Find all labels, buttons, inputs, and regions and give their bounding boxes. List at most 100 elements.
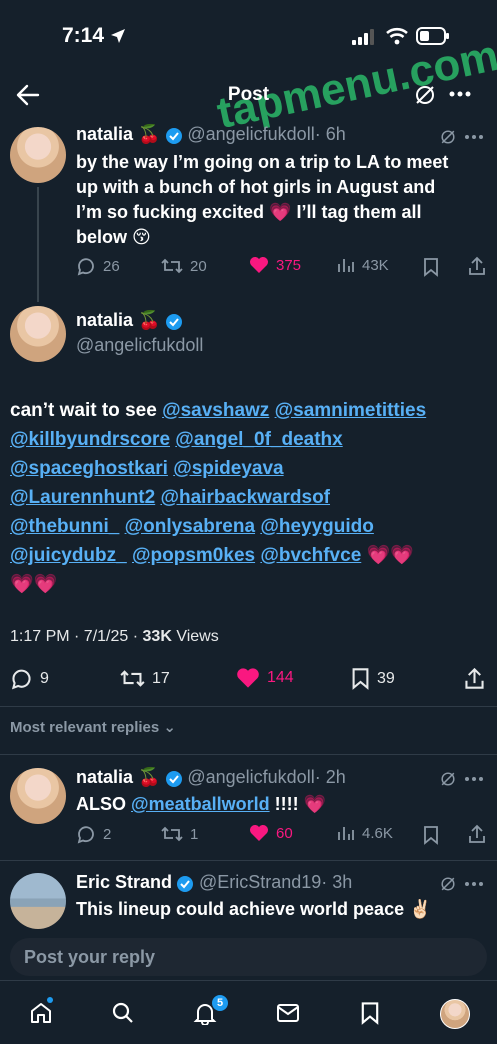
views-chart-icon <box>338 827 354 840</box>
reply-button[interactable]: 9 <box>10 667 49 690</box>
mention-link[interactable]: @spaceghostkari <box>10 458 168 479</box>
share-icon[interactable] <box>464 667 485 690</box>
user-handle[interactable]: @angelicfukdoll <box>187 124 314 144</box>
mention-link[interactable]: @popsm0kes <box>132 545 255 566</box>
heart-filled-icon <box>237 668 259 688</box>
verified-badge-icon <box>165 313 182 330</box>
views-button[interactable]: 43K <box>337 256 389 274</box>
post-time: · 2h <box>314 767 346 787</box>
mention-link[interactable]: @onlysabrena <box>125 516 255 537</box>
reply-header: natalia 🍒 @angelicfukdoll· 2h <box>76 767 346 788</box>
mention-link[interactable]: @samnimetitties <box>275 400 427 421</box>
bookmarks-icon[interactable] <box>360 1001 380 1025</box>
divider <box>0 706 497 707</box>
more-options-icon[interactable] <box>449 90 471 98</box>
mention-link[interactable]: @Laurennhunt2 <box>10 487 155 508</box>
reply-button[interactable]: 26 <box>76 256 120 276</box>
mention-link[interactable]: @meatballworld <box>131 794 270 814</box>
grok-icon[interactable] <box>440 876 456 892</box>
user-handle[interactable]: @EricStrand19 <box>199 872 321 892</box>
grok-icon[interactable] <box>440 129 456 145</box>
post-header: natalia 🍒 @angelicfukdoll· 6h <box>76 124 346 145</box>
repost-icon <box>161 258 183 274</box>
display-name[interactable]: natalia 🍒 <box>76 124 160 144</box>
verified-badge-icon <box>165 770 182 787</box>
views-button[interactable]: 4.6K <box>337 824 393 842</box>
repost-button[interactable]: 1 <box>161 824 198 844</box>
display-name[interactable]: Eric Strand <box>76 872 172 892</box>
notification-badge: 5 <box>212 995 228 1011</box>
sort-replies-dropdown[interactable]: Most relevant replies ⌄ <box>10 718 176 736</box>
clock: 7:14 <box>62 24 105 47</box>
more-options-icon[interactable] <box>464 134 484 140</box>
divider <box>0 860 497 861</box>
like-button[interactable]: 375 <box>249 256 301 274</box>
post-time: · 3h <box>321 872 353 892</box>
display-name[interactable]: natalia 🍒 <box>76 310 160 330</box>
mention-link[interactable]: @savshawz <box>162 400 269 421</box>
heart-filled-icon <box>250 825 268 841</box>
bookmark-icon <box>352 668 369 690</box>
post-actions: 26 20 375 43K <box>76 256 486 278</box>
avatar[interactable] <box>10 127 66 183</box>
mention-link[interactable]: @killbyundrscore <box>10 429 170 450</box>
share-icon[interactable] <box>468 256 486 276</box>
signal-icon <box>352 29 374 45</box>
post-timestamp: 1:17 PM · 7/1/25 · 33K Views <box>10 628 219 645</box>
reply-actions: 2 1 60 4.6K <box>76 824 486 846</box>
home-icon[interactable] <box>29 1001 53 1025</box>
thread-line <box>37 187 39 302</box>
bookmark-button[interactable]: 39 <box>351 667 395 690</box>
avatar[interactable] <box>10 306 66 362</box>
reply-input-placeholder[interactable]: Post your reply <box>24 947 155 968</box>
mention-link[interactable]: @spideyava <box>173 458 283 479</box>
verified-badge-icon <box>177 875 194 892</box>
repost-button[interactable]: 17 <box>120 667 170 690</box>
views-chart-icon <box>338 259 354 272</box>
new-posts-dot <box>47 997 53 1003</box>
main-post-actions: 9 17 144 39 <box>10 667 488 691</box>
bottom-tab-bar <box>0 980 497 1044</box>
location-icon <box>111 29 125 43</box>
reply-icon <box>77 258 94 276</box>
mention-link[interactable]: @heyyguido <box>260 516 374 537</box>
repost-icon <box>120 670 145 687</box>
more-options-icon[interactable] <box>464 881 484 887</box>
reply-icon <box>77 826 94 844</box>
bookmark-icon[interactable] <box>423 257 439 277</box>
wifi-icon <box>386 27 408 45</box>
grok-icon[interactable] <box>414 84 436 106</box>
user-handle[interactable]: @angelicfukdoll <box>76 335 203 356</box>
repost-icon <box>161 826 183 842</box>
avatar[interactable] <box>10 873 66 929</box>
reply-icon <box>11 669 31 690</box>
messages-envelope-icon[interactable] <box>276 1002 300 1024</box>
reply-button[interactable]: 2 <box>76 824 111 844</box>
mention-link[interactable]: @bvchfvce <box>260 545 361 566</box>
reply-header: Eric Strand @EricStrand19· 3h <box>76 872 352 893</box>
verified-badge-icon <box>165 127 182 144</box>
like-button[interactable]: 60 <box>249 824 293 842</box>
avatar[interactable] <box>10 768 66 824</box>
heart-filled-icon <box>250 257 268 273</box>
display-name[interactable]: natalia 🍒 <box>76 767 160 787</box>
search-icon[interactable] <box>111 1001 135 1025</box>
reply-text: ALSO @meatballworld !!!! 💗 <box>76 794 326 814</box>
main-post-text: can’t wait to see @savshawz @samnimetitt… <box>10 400 427 595</box>
post-text: by the way I’m going on a trip to LA to … <box>76 152 449 247</box>
user-handle[interactable]: @angelicfukdoll <box>187 767 314 787</box>
mention-link[interactable]: @thebunni_ <box>10 516 119 537</box>
mention-link[interactable]: @hairbackwardsof <box>160 487 330 508</box>
mention-link[interactable]: @angel_0f_deathx <box>175 429 342 450</box>
profile-avatar[interactable] <box>440 999 470 1029</box>
mention-link[interactable]: @juicydubz_ <box>10 545 127 566</box>
more-options-icon[interactable] <box>464 776 484 782</box>
grok-icon[interactable] <box>440 771 456 787</box>
bookmark-icon[interactable] <box>423 825 439 845</box>
share-icon[interactable] <box>468 824 486 844</box>
chevron-down-icon: ⌄ <box>163 719 176 736</box>
like-button[interactable]: 144 <box>236 667 294 689</box>
reply-text: This lineup could achieve world peace ✌🏻 <box>76 899 432 919</box>
author-name-row: natalia 🍒 <box>76 310 183 331</box>
repost-button[interactable]: 20 <box>161 256 207 276</box>
